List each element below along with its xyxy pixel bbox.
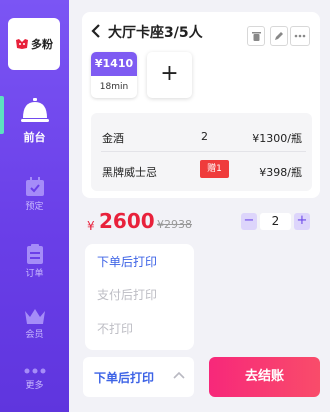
- sidebar-item-members[interactable]: 会员: [0, 307, 69, 340]
- back-arrow-icon[interactable]: [90, 24, 102, 38]
- sidebar-item-label: 订单: [25, 269, 44, 279]
- sidebar-item-more[interactable]: 更多: [0, 366, 69, 391]
- table-card: 大厅卡座3/5人 ¥1410 18min + 金酒 2 ¥1300/瓶 黑牌威士…: [82, 12, 320, 198]
- print-options-menu: 下单后打印 支付后打印 不打印: [85, 244, 194, 350]
- currency-symbol: ¥: [87, 219, 95, 233]
- crown-icon: [24, 309, 45, 324]
- more-dots-icon: [24, 368, 45, 374]
- menu-item-print-after-payment[interactable]: 支付后打印: [97, 286, 157, 303]
- more-button[interactable]: [290, 26, 310, 46]
- sidebar: 多粉 前台 预定 订单 会员 更多: [0, 0, 69, 412]
- sidebar-item-orders[interactable]: 订单: [0, 244, 69, 279]
- sidebar-item-label: 前台: [23, 131, 46, 144]
- logo-text: 多粉: [31, 38, 53, 51]
- page-title: 大厅卡座3/5人: [108, 25, 203, 41]
- checkout-button[interactable]: 去结账: [209, 357, 320, 397]
- quantity-minus-button[interactable]: −: [241, 213, 257, 230]
- menu-item-no-print[interactable]: 不打印: [97, 320, 133, 337]
- sidebar-item-front-desk[interactable]: 前台: [0, 97, 69, 145]
- print-mode-value: 下单后打印: [94, 371, 155, 385]
- original-price: ¥2938: [157, 218, 192, 231]
- pencil-icon: [275, 32, 283, 40]
- table-tile[interactable]: ¥1410 18min: [91, 52, 137, 98]
- item-name: 金酒: [102, 132, 124, 145]
- service-bell-icon: [20, 98, 49, 122]
- trash-icon: [251, 32, 261, 41]
- total-amount: 2600: [99, 209, 155, 233]
- sidebar-item-label: 更多: [25, 381, 44, 391]
- delete-button[interactable]: [247, 26, 265, 46]
- list-item[interactable]: 黑牌威士忌 赠1 ¥398/瓶: [91, 153, 312, 189]
- clipboard-icon: [26, 244, 43, 264]
- item-price: ¥398/瓶: [259, 166, 302, 179]
- sidebar-item-label: 会员: [25, 330, 44, 340]
- print-mode-select[interactable]: 下单后打印: [83, 357, 194, 397]
- list-item[interactable]: 金酒 2 ¥1300/瓶: [91, 119, 312, 155]
- calendar-check-icon: [25, 177, 44, 196]
- menu-item-print-after-order[interactable]: 下单后打印: [97, 253, 157, 270]
- ellipsis-icon: [294, 34, 306, 38]
- tile-price: ¥1410: [91, 52, 137, 76]
- quantity-plus-button[interactable]: +: [294, 213, 310, 230]
- item-qty: 2: [201, 130, 208, 143]
- order-list: 金酒 2 ¥1300/瓶 黑牌威士忌 赠1 ¥398/瓶: [91, 113, 312, 191]
- sidebar-item-label: 预定: [25, 202, 44, 212]
- divider: [101, 151, 306, 152]
- item-price: ¥1300/瓶: [252, 132, 302, 145]
- logo-icon: [16, 39, 28, 49]
- app-logo: 多粉: [8, 18, 60, 70]
- item-name: 黑牌威士忌: [102, 166, 157, 179]
- gift-badge: 赠1: [200, 160, 229, 178]
- chevron-up-icon: [173, 371, 185, 379]
- sidebar-item-reservation[interactable]: 预定: [0, 177, 69, 212]
- edit-button[interactable]: [270, 26, 288, 46]
- quantity-input[interactable]: 2: [260, 213, 291, 230]
- add-button[interactable]: +: [147, 52, 192, 98]
- tile-duration: 18min: [99, 82, 129, 92]
